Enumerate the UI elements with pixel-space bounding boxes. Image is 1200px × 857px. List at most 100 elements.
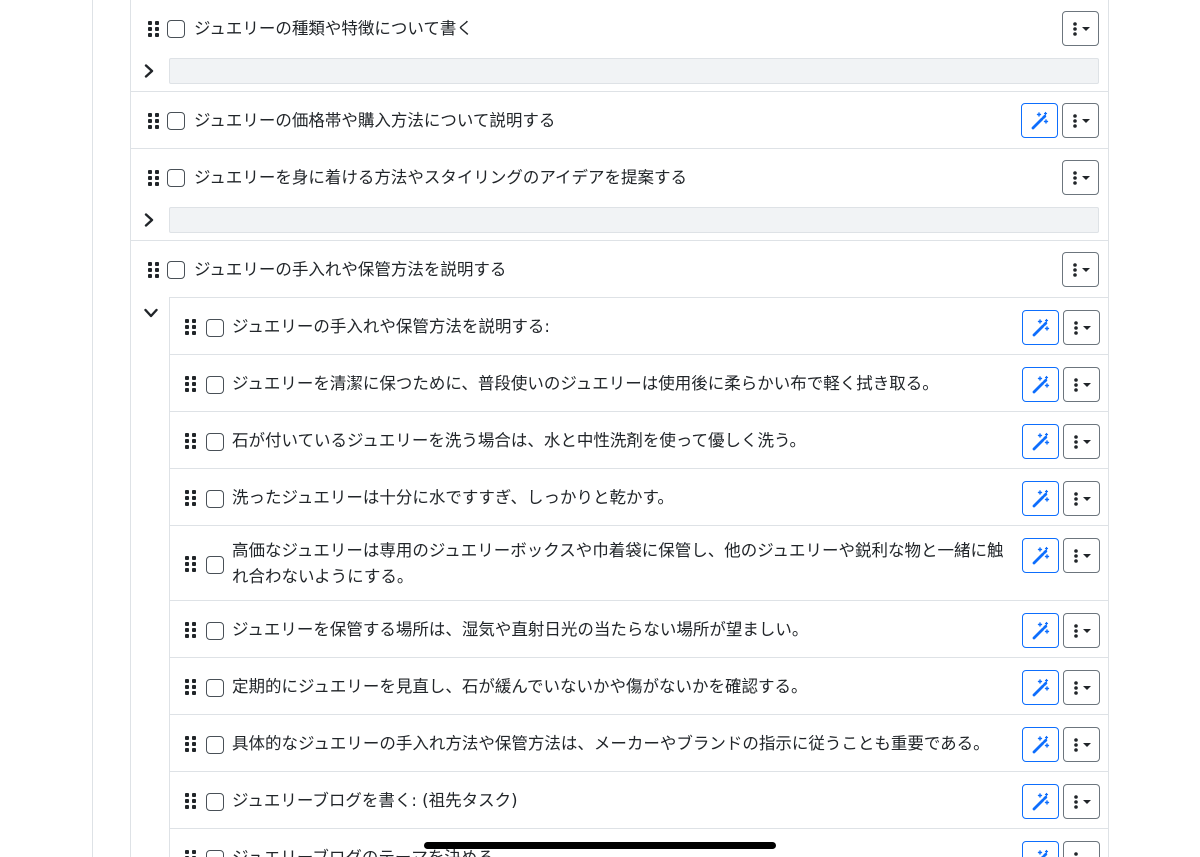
task-checkbox[interactable]: [167, 261, 185, 279]
subtask-checkbox[interactable]: [206, 556, 224, 574]
drag-handle-icon[interactable]: [185, 736, 197, 752]
subtask-label: 定期的にジュエリーを見直し、石が緩んでいないかや傷がないかを確認する。: [232, 677, 808, 696]
task-label: ジュエリーを身に着ける方法やスタイリングのアイデアを提案する: [194, 168, 688, 187]
task-menu-button[interactable]: [1062, 103, 1099, 138]
kebab-menu-icon: [1073, 794, 1091, 809]
caret-down-icon: [1082, 439, 1091, 444]
caret-down-icon: [1082, 496, 1091, 501]
subtask-menu-button[interactable]: [1063, 538, 1100, 573]
magic-wand-button[interactable]: [1022, 784, 1059, 819]
task-label: ジュエリーの手入れや保管方法を説明する: [194, 260, 507, 279]
task-row: ジュエリーの手入れや保管方法を説明する ジュエリーの手入れや保管方法を説明する:: [131, 241, 1108, 857]
drag-handle-icon[interactable]: [185, 433, 197, 449]
outer-container-border: [92, 0, 93, 857]
drag-handle-icon[interactable]: [185, 490, 197, 506]
caret-down-icon: [1082, 799, 1091, 804]
drag-handle-icon[interactable]: [185, 679, 197, 695]
kebab-menu-icon: [1073, 320, 1091, 335]
subtask-checkbox[interactable]: [206, 433, 224, 451]
subtask-checkbox[interactable]: [206, 850, 224, 857]
magic-wand-button[interactable]: [1022, 481, 1059, 516]
chevron-right-icon[interactable]: [142, 213, 156, 227]
magic-wand-button[interactable]: [1022, 424, 1059, 459]
caret-down-icon: [1081, 118, 1090, 123]
drag-handle-icon[interactable]: [148, 262, 160, 278]
subtask-checkbox[interactable]: [206, 319, 224, 337]
subtask-menu-button[interactable]: [1063, 481, 1100, 516]
task-checkbox[interactable]: [167, 112, 185, 130]
task-row: ジュエリーを身に着ける方法やスタイリングのアイデアを提案する: [131, 149, 1108, 241]
subtask-menu-button[interactable]: [1063, 613, 1100, 648]
chevron-right-icon[interactable]: [142, 64, 156, 78]
kebab-menu-icon: [1073, 491, 1091, 506]
magic-wand-icon: [1032, 375, 1049, 393]
subtask-label: 高価なジュエリーは専用のジュエリーボックスや巾着袋に保管し、他のジュエリーや鋭利…: [232, 541, 1004, 586]
subtask-row: ジュエリーを清潔に保つために、普段使いのジュエリーは使用後に柔らかい布で軽く拭き…: [170, 355, 1108, 412]
kebab-menu-icon: [1073, 377, 1091, 392]
drag-handle-icon[interactable]: [185, 850, 197, 857]
subtask-label: 洗ったジュエリーは十分に水ですすぎ、しっかりと乾かす。: [232, 488, 674, 507]
drag-handle-icon[interactable]: [185, 622, 197, 638]
kebab-menu-icon: [1073, 623, 1091, 638]
drag-handle-icon[interactable]: [148, 21, 160, 37]
subtask-menu-button[interactable]: [1063, 841, 1100, 857]
magic-wand-button[interactable]: [1022, 310, 1059, 345]
subtask-label: ジュエリーを保管する場所は、湿気や直射日光の当たらない場所が望ましい。: [232, 620, 809, 639]
magic-wand-icon: [1032, 318, 1049, 336]
caret-down-icon: [1081, 267, 1090, 272]
kebab-menu-icon: [1072, 170, 1090, 185]
caret-down-icon: [1082, 742, 1091, 747]
kebab-menu-icon: [1072, 113, 1090, 128]
magic-wand-icon: [1032, 489, 1049, 507]
magic-wand-button[interactable]: [1021, 103, 1058, 138]
magic-wand-button[interactable]: [1022, 727, 1059, 762]
magic-wand-icon: [1031, 111, 1048, 129]
caret-down-icon: [1081, 26, 1090, 31]
caret-down-icon: [1082, 382, 1091, 387]
chevron-down-icon[interactable]: [144, 306, 158, 320]
subtask-checkbox[interactable]: [206, 793, 224, 811]
magic-wand-button[interactable]: [1022, 841, 1059, 857]
task-label: ジュエリーの種類や特徴について書く: [194, 19, 473, 38]
subtask-list: ジュエリーの手入れや保管方法を説明する: ジュエリーを清潔に保つために、普段使い…: [169, 297, 1108, 857]
subtask-menu-button[interactable]: [1063, 367, 1100, 402]
task-menu-button[interactable]: [1062, 252, 1099, 287]
task-menu-button[interactable]: [1062, 160, 1099, 195]
subtask-checkbox[interactable]: [206, 376, 224, 394]
task-checkbox[interactable]: [167, 169, 185, 187]
subtask-menu-button[interactable]: [1063, 310, 1100, 345]
subtask-checkbox[interactable]: [206, 622, 224, 640]
drag-handle-icon[interactable]: [185, 376, 197, 392]
subtask-placeholder-bar: [169, 58, 1099, 84]
home-indicator-bar: [424, 842, 776, 849]
task-list-panel: ジュエリーの種類や特徴について書く ジュエリーの価格帯や購入方法について説明する…: [130, 0, 1109, 857]
magic-wand-button[interactable]: [1022, 613, 1059, 648]
subtask-checkbox[interactable]: [206, 736, 224, 754]
subtask-row: ジュエリーの手入れや保管方法を説明する:: [170, 298, 1108, 355]
subtask-menu-button[interactable]: [1063, 727, 1100, 762]
kebab-menu-icon: [1072, 262, 1090, 277]
magic-wand-icon: [1032, 621, 1049, 639]
subtask-row: 高価なジュエリーは専用のジュエリーボックスや巾着袋に保管し、他のジュエリーや鋭利…: [170, 526, 1108, 601]
subtask-checkbox[interactable]: [206, 679, 224, 697]
kebab-menu-icon: [1072, 21, 1090, 36]
magic-wand-button[interactable]: [1022, 538, 1059, 573]
subtask-menu-button[interactable]: [1063, 784, 1100, 819]
kebab-menu-icon: [1073, 680, 1091, 695]
task-menu-button[interactable]: [1062, 11, 1099, 46]
drag-handle-icon[interactable]: [148, 170, 160, 186]
magic-wand-button[interactable]: [1022, 670, 1059, 705]
subtask-menu-button[interactable]: [1063, 670, 1100, 705]
subtask-checkbox[interactable]: [206, 490, 224, 508]
kebab-menu-icon: [1073, 434, 1091, 449]
task-checkbox[interactable]: [167, 20, 185, 38]
drag-handle-icon[interactable]: [185, 319, 197, 335]
subtask-label: 石が付いているジュエリーを洗う場合は、水と中性洗剤を使って優しく洗う。: [232, 431, 807, 450]
magic-wand-icon: [1032, 735, 1049, 753]
drag-handle-icon[interactable]: [185, 556, 197, 572]
drag-handle-icon[interactable]: [185, 793, 197, 809]
subtask-label: ジュエリーの手入れや保管方法を説明する:: [232, 317, 550, 336]
subtask-menu-button[interactable]: [1063, 424, 1100, 459]
drag-handle-icon[interactable]: [148, 113, 160, 129]
magic-wand-button[interactable]: [1022, 367, 1059, 402]
